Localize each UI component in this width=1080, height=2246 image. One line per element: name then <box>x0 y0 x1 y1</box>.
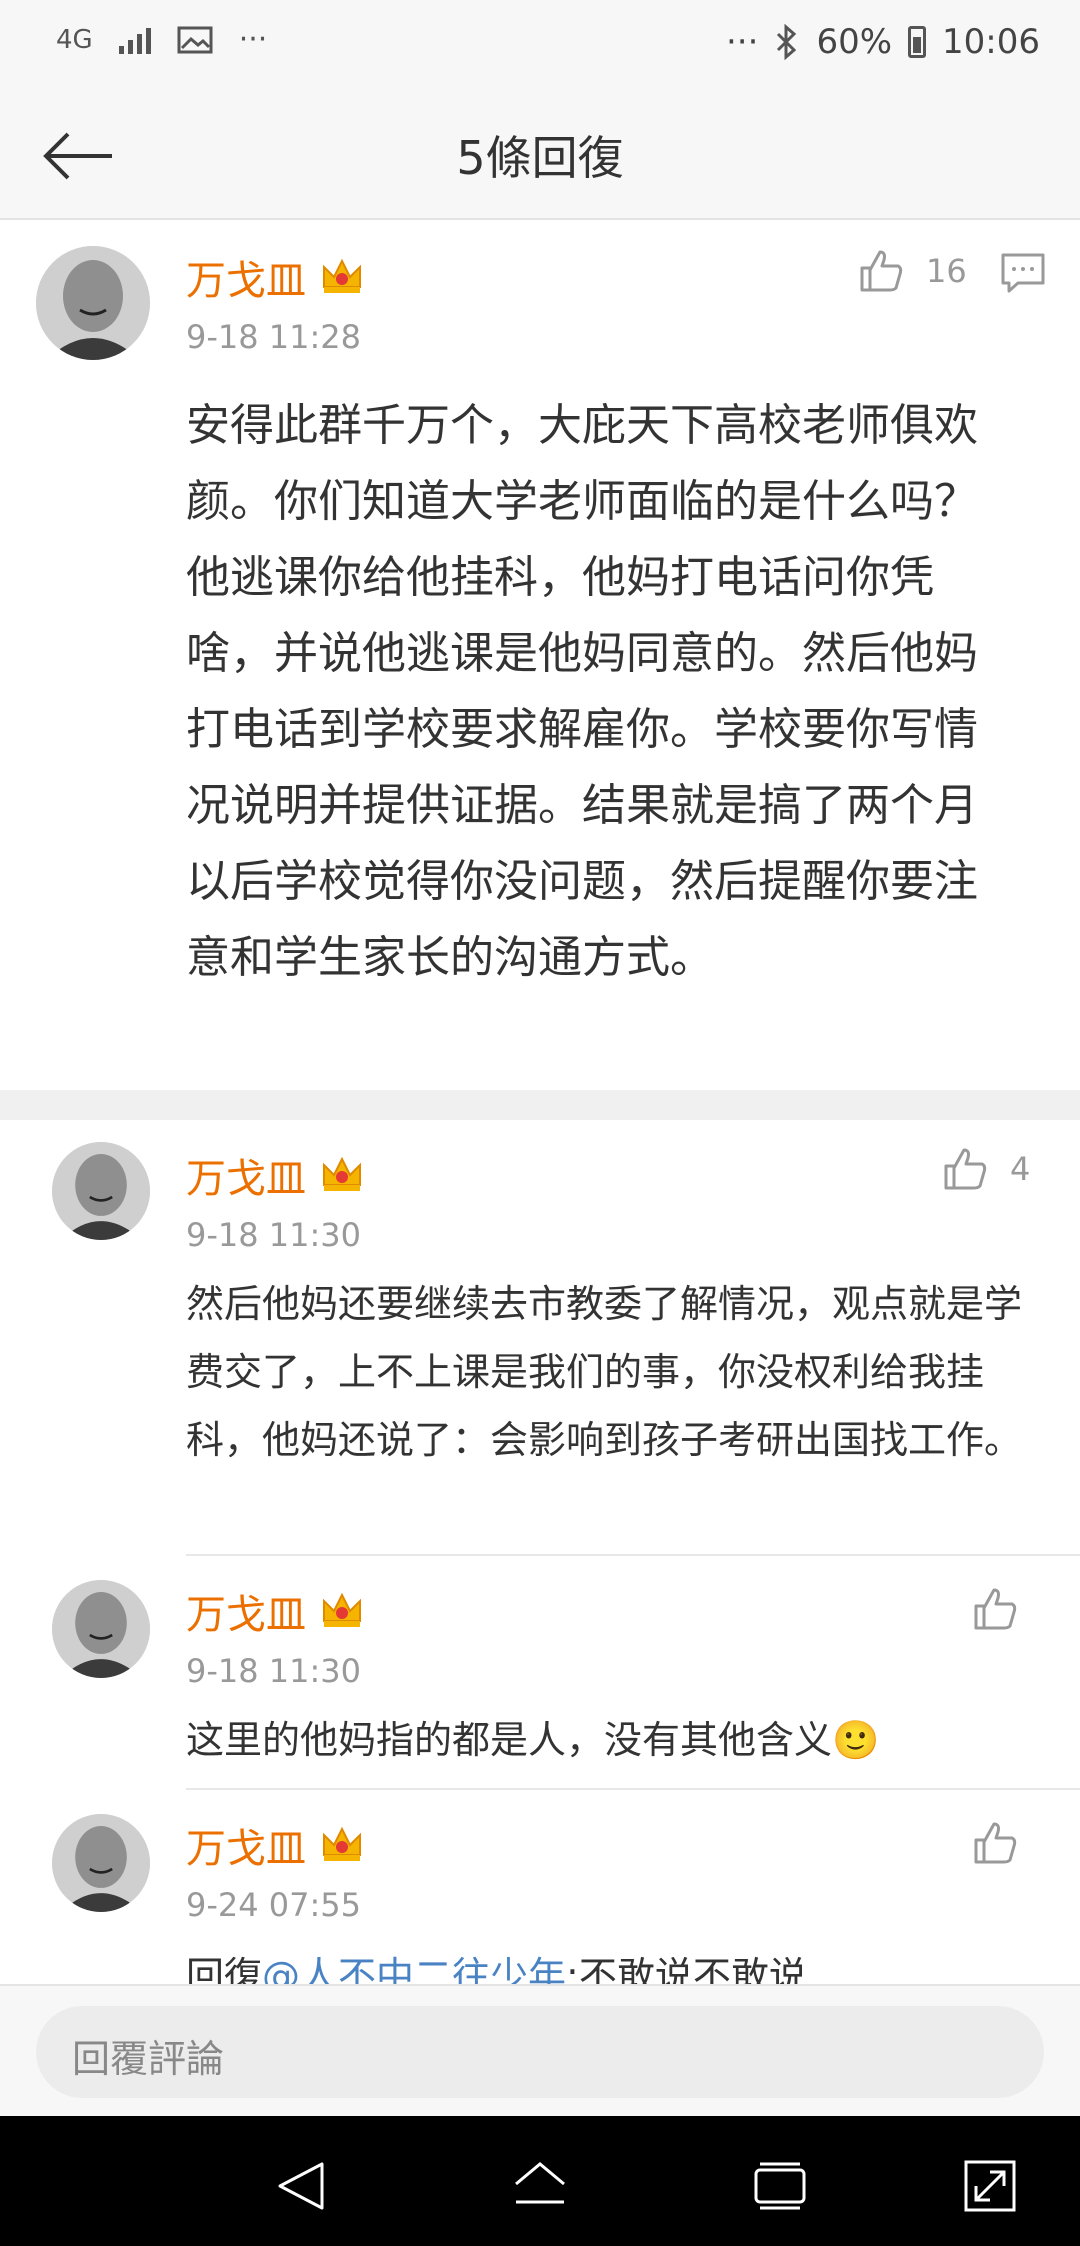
thumbs-up-icon[interactable] <box>858 248 904 294</box>
status-left: 4G ··· <box>56 22 267 57</box>
reply-item: 万戈皿 9-24 07:55 回復@人不中二往少年:不敢说不敢说 <box>0 1790 1080 1984</box>
battery-percent: 60% <box>816 22 893 62</box>
more-status: ··· <box>726 22 759 62</box>
avatar[interactable] <box>52 1580 150 1678</box>
avatar[interactable] <box>52 1142 150 1240</box>
system-navigation-bar <box>0 2116 1080 2246</box>
thumbs-up-icon[interactable] <box>972 1820 1018 1866</box>
bluetooth-icon <box>777 24 797 60</box>
vip-crown-icon <box>323 1156 361 1191</box>
signal-icon <box>118 26 151 54</box>
like-button[interactable]: 4 <box>942 1146 1030 1192</box>
vip-crown-icon <box>323 258 361 293</box>
comment-username[interactable]: 万戈皿 <box>186 248 364 306</box>
reply-prefix: 回復 <box>186 1954 263 1984</box>
reply-time: 9-18 11:30 <box>186 1652 362 1690</box>
comment-text: 安得此群千万个，大庇天下高校老师俱欢颜。你们知道大学老师面临的是什么吗？他逃课你… <box>186 400 978 983</box>
reply-body: :不敢说不敢说 <box>566 1954 807 1984</box>
like-count: 16 <box>926 252 967 290</box>
comment-time: 9-18 11:28 <box>186 318 362 356</box>
header-bar: 5條回復 <box>0 90 1080 220</box>
reply-time: 9-24 07:55 <box>186 1886 362 1924</box>
avatar[interactable] <box>52 1814 150 1912</box>
reply-input[interactable]: 回覆評論 <box>36 2006 1044 2098</box>
reply-text: 回復@人不中二往少年:不敢说不敢说 <box>186 1942 1032 1984</box>
expand-icon[interactable] <box>960 2156 1020 2216</box>
clock: 10:06 <box>942 22 1040 62</box>
network-indicator: 4G <box>56 24 93 55</box>
user-mention-link[interactable]: @人不中二往少年 <box>262 1954 566 1984</box>
username-text[interactable]: 万戈皿 <box>186 1146 306 1204</box>
like-button[interactable]: 16 <box>858 248 967 294</box>
status-bar: 4G ··· ··· 60% 10:06 <box>0 0 1080 90</box>
reply-comment-icon[interactable] <box>1000 252 1046 294</box>
battery-icon <box>908 26 927 58</box>
reply-text: 然后他妈还要继续去市教委了解情况，观点就是学费交了，上不上课是我们的事，你没权利… <box>186 1282 1023 1462</box>
username-text[interactable]: 万戈皿 <box>186 248 306 306</box>
vip-crown-icon <box>323 1826 361 1861</box>
page-title: 5條回復 <box>456 131 624 185</box>
vip-crown-icon <box>323 1592 361 1627</box>
image-icon <box>177 26 213 53</box>
reply-username[interactable]: 万戈皿 <box>186 1582 364 1640</box>
reply-text: 这里的他妈指的都是人，没有其他含义🙂 <box>186 1718 880 1762</box>
home-nav-icon[interactable] <box>510 2156 570 2216</box>
reply-time: 9-18 11:30 <box>186 1216 362 1254</box>
thumbs-up-icon[interactable] <box>972 1586 1018 1632</box>
reply-username[interactable]: 万戈皿 <box>186 1146 364 1204</box>
username-text[interactable]: 万戈皿 <box>186 1816 306 1874</box>
like-button[interactable] <box>972 1820 1018 1866</box>
recent-apps-icon[interactable] <box>750 2156 810 2216</box>
like-button[interactable] <box>972 1586 1018 1632</box>
thumbs-up-icon[interactable] <box>942 1146 988 1192</box>
more-notifications: ··· <box>238 22 268 57</box>
reply-item: 万戈皿 9-18 11:30 4 然后他妈还要继续去市教委了解情况，观点就是学费… <box>0 1120 1080 1556</box>
main-comment: 万戈皿 9-18 11:28 16 安得此群千万个，大庇天下高校老师俱欢颜。你们… <box>0 218 1080 1090</box>
avatar[interactable] <box>36 246 150 360</box>
username-text[interactable]: 万戈皿 <box>186 1582 306 1640</box>
reply-input-bar: 回覆評論 <box>0 1984 1080 2118</box>
section-divider <box>0 1090 1080 1120</box>
back-nav-icon[interactable] <box>272 2156 332 2216</box>
reply-item: 万戈皿 9-18 11:30 这里的他妈指的都是人，没有其他含义🙂 <box>0 1556 1080 1790</box>
status-right: ··· 60% 10:06 <box>726 22 1040 62</box>
reply-username[interactable]: 万戈皿 <box>186 1816 364 1874</box>
like-count: 4 <box>1010 1150 1031 1188</box>
reply-input-placeholder: 回覆評論 <box>72 2037 225 2081</box>
